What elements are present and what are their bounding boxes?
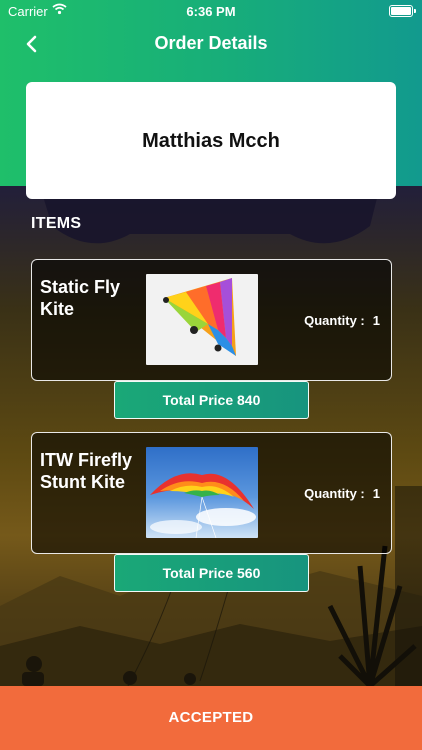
total-price-button[interactable]: Total Price 560 — [114, 554, 309, 592]
item-image — [146, 447, 258, 538]
customer-name: Matthias Mcch — [142, 130, 280, 152]
status-time: 6:36 PM — [186, 4, 236, 19]
quantity-value: 1 — [372, 486, 380, 501]
list-item[interactable]: Static Fly Kite Quantity : 1 — [31, 259, 392, 381]
quantity-label: Quantity : 1 — [304, 486, 380, 501]
quantity-caption: Quantity : — [304, 313, 365, 328]
items-section-heading: ITEMS — [31, 215, 82, 232]
navigation-bar: Order Details — [0, 22, 422, 66]
battery-icon — [389, 5, 416, 17]
quantity-value: 1 — [372, 313, 380, 328]
page-title: Order Details — [154, 33, 268, 53]
total-price-button[interactable]: Total Price 840 — [114, 381, 309, 419]
quantity-label: Quantity : 1 — [304, 313, 380, 328]
list-item[interactable]: ITW Firefly Stunt Kite Quantity : 1 — [31, 432, 392, 554]
item-image — [146, 274, 258, 365]
quantity-caption: Quantity : — [304, 486, 365, 501]
accepted-status-button[interactable]: ACCEPTED — [0, 686, 422, 750]
status-bar: Carrier 6:36 PM — [0, 0, 422, 22]
item-name: ITW Firefly Stunt Kite — [40, 450, 133, 492]
item-name: Static Fly Kite — [40, 277, 121, 319]
customer-card: Matthias Mcch — [26, 82, 396, 199]
